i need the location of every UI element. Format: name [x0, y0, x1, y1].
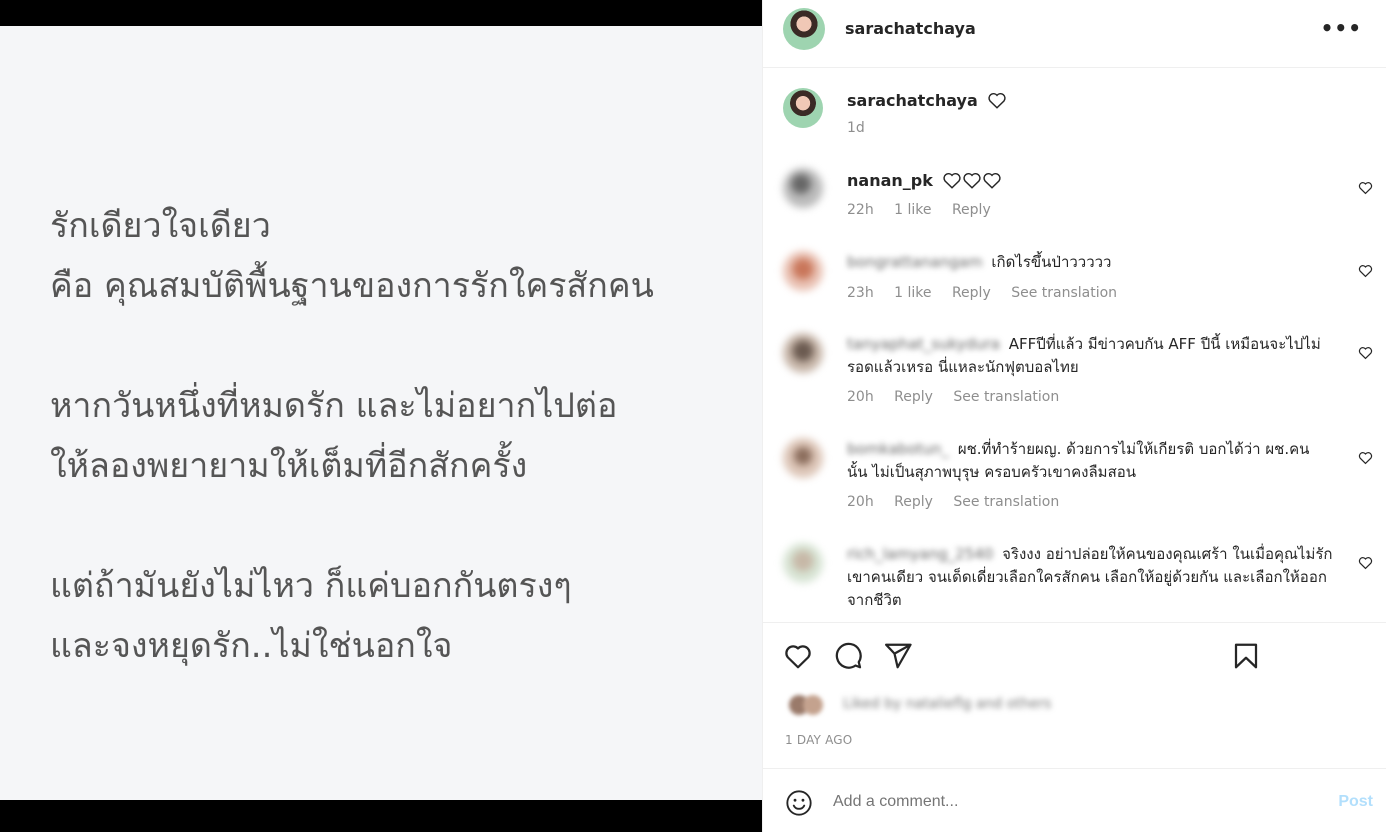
liked-by[interactable]: Liked by natalieflg and others	[789, 693, 1089, 719]
more-options-icon[interactable]: •••	[1321, 16, 1362, 40]
like-comment-icon[interactable]	[1358, 555, 1373, 570]
liker-avatar	[803, 695, 823, 715]
like-comment-icon[interactable]	[1358, 450, 1373, 465]
reply-button[interactable]: Reply	[952, 285, 991, 301]
commenter-avatar[interactable]	[783, 251, 823, 291]
see-translation-button[interactable]: See translation	[953, 389, 1059, 405]
post-actions: Liked by natalieflg and others 1 DAY AGO	[763, 622, 1386, 768]
quote-line: ให้ลองพยายามให้เต็มที่อีกสักครั้ง	[50, 446, 528, 486]
post-media[interactable]: รักเดียวใจเดียว คือ คุณสมบัติพื้นฐานของก…	[0, 0, 762, 832]
like-comment-icon[interactable]	[1358, 263, 1373, 278]
comment-input[interactable]	[833, 793, 1313, 811]
post-header: sarachatchaya •••	[763, 0, 1386, 68]
quote-line: รักเดียวใจเดียว	[50, 206, 271, 246]
bookmark-icon[interactable]	[1231, 641, 1261, 671]
comment-username[interactable]: nanan_pk	[847, 171, 933, 190]
comment-likes[interactable]: 1 like	[894, 202, 931, 218]
quote-line: และจงหยุดรัก..ไม่ใช่นอกใจ	[50, 626, 453, 666]
comment-text: เกิดไรขึ้นป่าววววว	[991, 253, 1112, 271]
heart-icon[interactable]	[783, 641, 813, 671]
post-details-panel: sarachatchaya ••• sarachatchaya 1d nanan…	[762, 0, 1386, 832]
reply-button[interactable]: Reply	[894, 389, 933, 405]
commenter-avatar[interactable]	[783, 333, 823, 373]
post-image: รักเดียวใจเดียว คือ คุณสมบัติพื้นฐานของก…	[0, 26, 762, 800]
see-translation-button[interactable]: See translation	[1011, 285, 1117, 301]
comment-username[interactable]: bomkabotun_	[847, 440, 949, 458]
heart-emoji-icon	[983, 172, 1001, 189]
comment-likes[interactable]: 1 like	[894, 285, 931, 301]
commenter-avatar[interactable]	[783, 543, 823, 583]
reply-button[interactable]: Reply	[894, 494, 933, 510]
reply-button[interactable]: Reply	[952, 202, 991, 218]
post-time: 1 DAY AGO	[785, 733, 853, 747]
heart-emoji-icon	[963, 172, 981, 189]
comment-username[interactable]: rich_lamyang_2540	[847, 545, 993, 563]
post-button[interactable]: Post	[1338, 793, 1373, 811]
liked-by-text[interactable]: Liked by natalieflg and others	[843, 696, 1051, 712]
comment-time: 20h	[847, 389, 874, 405]
comment-time: 23h	[847, 285, 874, 301]
comment-time: 22h	[847, 202, 874, 218]
heart-emoji-icon	[943, 172, 961, 189]
heart-emoji-icon	[988, 92, 1006, 109]
emoji-icon[interactable]	[785, 789, 813, 817]
commenter-avatar[interactable]	[783, 168, 823, 208]
caption-avatar[interactable]	[783, 88, 823, 128]
quote-line: คือ คุณสมบัติพื้นฐานของการรักใครสักคน	[50, 266, 654, 306]
author-avatar[interactable]	[783, 8, 825, 50]
comment-username[interactable]: tanyaphat_sukydura	[847, 335, 1000, 353]
share-icon[interactable]	[883, 641, 913, 671]
post-image-text: รักเดียวใจเดียว คือ คุณสมบัติพื้นฐานของก…	[50, 196, 654, 676]
comment-username[interactable]: bongrattanangam	[847, 253, 983, 271]
add-comment-bar: Post	[763, 768, 1386, 832]
caption-username[interactable]: sarachatchaya	[847, 91, 978, 110]
comment-icon[interactable]	[833, 641, 863, 671]
like-comment-icon[interactable]	[1358, 180, 1373, 195]
like-comment-icon[interactable]	[1358, 345, 1373, 360]
see-translation-button[interactable]: See translation	[953, 494, 1059, 510]
caption-time: 1d	[847, 120, 865, 136]
commenter-avatar[interactable]	[783, 438, 823, 478]
author-username[interactable]: sarachatchaya	[845, 19, 976, 38]
quote-line: แต่ถ้ามันยังไม่ไหว ก็แค่บอกกันตรงๆ	[50, 566, 572, 606]
quote-line: หากวันหนึ่งที่หมดรัก และไม่อยากไปต่อ	[50, 386, 618, 426]
comments-list: sarachatchaya 1d nanan_pk 22h 1 like Rep…	[763, 68, 1386, 622]
comment-time: 20h	[847, 494, 874, 510]
